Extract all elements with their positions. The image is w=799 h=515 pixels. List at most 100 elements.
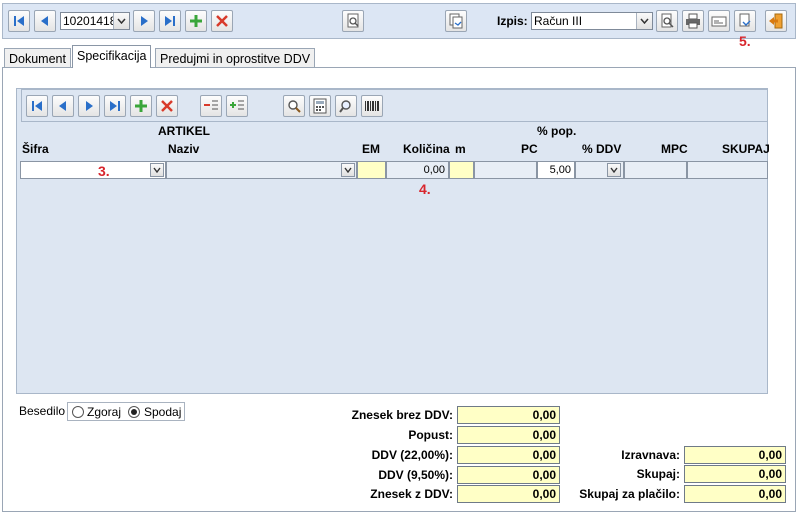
insert-row-button[interactable] xyxy=(226,95,248,117)
radio-zgoraj[interactable] xyxy=(72,406,84,418)
previous-icon xyxy=(59,101,66,111)
header-skupaj: SKUPAJ xyxy=(722,142,770,156)
grid-first-button[interactable] xyxy=(26,95,48,117)
plus-icon xyxy=(135,100,147,112)
next-icon xyxy=(141,16,148,26)
items-grid[interactable] xyxy=(16,88,768,394)
last-icon xyxy=(110,101,120,111)
previous-record-button[interactable] xyxy=(34,10,56,32)
skupaj-value: 0,00 xyxy=(684,465,786,483)
first-icon xyxy=(32,101,42,111)
calculator-icon xyxy=(313,98,327,114)
first-icon xyxy=(14,16,24,26)
insert-row-icon xyxy=(230,100,244,110)
kolicina-value: 0,00 xyxy=(423,164,445,176)
header-ddv: % DDV xyxy=(582,142,622,156)
m-field[interactable] xyxy=(449,161,474,179)
copy-document-button[interactable] xyxy=(445,10,467,32)
grid-delete-button[interactable] xyxy=(156,95,178,117)
top-toolbar: 10201418 Izpis: Račun III xyxy=(2,3,796,39)
delete-button[interactable] xyxy=(211,10,233,32)
grid-previous-button[interactable] xyxy=(52,95,74,117)
kolicina-field[interactable]: 0,00 xyxy=(386,161,449,179)
remove-row-button[interactable] xyxy=(200,95,222,117)
izravnava-label: Izravnava: xyxy=(621,448,680,462)
ddv95-label: DDV (9,50%): xyxy=(378,468,453,482)
grid-last-button[interactable] xyxy=(104,95,126,117)
print-template-value: Račun III xyxy=(534,14,583,28)
close-icon xyxy=(161,100,173,112)
znesek-brez-ddv-value: 0,00 xyxy=(457,406,560,424)
search-article-button[interactable] xyxy=(283,95,305,117)
close-icon xyxy=(216,15,228,27)
header-kolicina: Količina xyxy=(403,142,450,156)
chevron-down-icon[interactable] xyxy=(607,163,621,177)
last-record-button[interactable] xyxy=(159,10,181,32)
send-document-button[interactable] xyxy=(734,10,756,32)
annotation-5: 5. xyxy=(739,33,751,49)
annotation-3: 3. xyxy=(98,163,110,179)
find-button[interactable] xyxy=(335,95,357,117)
ddv95-value: 0,00 xyxy=(457,466,560,484)
print-template-select[interactable]: Račun III xyxy=(531,12,653,30)
radio-spodaj[interactable] xyxy=(128,406,140,418)
znesek-z-ddv-value: 0,00 xyxy=(457,485,560,503)
grid-add-button[interactable] xyxy=(130,95,152,117)
radio-spodaj-label: Spodaj xyxy=(144,405,182,419)
plus-icon xyxy=(190,15,202,27)
mpc-field[interactable] xyxy=(624,161,687,179)
chevron-down-icon[interactable] xyxy=(341,163,355,177)
ddv-select[interactable] xyxy=(575,161,624,179)
copy-document-icon xyxy=(449,13,463,29)
previous-icon xyxy=(41,16,48,26)
print-preview-icon xyxy=(661,13,674,28)
printer-icon xyxy=(686,13,700,29)
next-icon xyxy=(86,101,93,111)
tab-dokument[interactable]: Dokument xyxy=(4,48,71,68)
skupaj-label: Skupaj: xyxy=(636,467,680,481)
add-button[interactable] xyxy=(185,10,207,32)
chevron-down-icon[interactable] xyxy=(636,13,652,29)
exit-icon xyxy=(769,13,783,29)
chevron-down-icon[interactable] xyxy=(150,163,164,177)
pop-field[interactable]: 5,00 xyxy=(537,161,575,179)
naziv-select[interactable] xyxy=(166,161,357,179)
barcode-icon xyxy=(365,101,379,111)
tab-predujmi[interactable]: Predujmi in oprostitve DDV xyxy=(155,48,316,68)
print-preview-button[interactable] xyxy=(656,10,678,32)
popust-value: 0,00 xyxy=(457,426,560,444)
besedilo-radio-group: Zgoraj Spodaj xyxy=(67,402,185,421)
skupaj-placilo-value: 0,00 xyxy=(684,485,786,503)
first-record-button[interactable] xyxy=(8,10,30,32)
skupaj-field[interactable] xyxy=(687,161,768,179)
print-button[interactable] xyxy=(682,10,704,32)
document-number-select[interactable]: 10201418 xyxy=(60,12,130,30)
grid-next-button[interactable] xyxy=(78,95,100,117)
next-record-button[interactable] xyxy=(133,10,155,32)
export-button[interactable] xyxy=(708,10,730,32)
print-label: Izpis: xyxy=(497,14,528,28)
ddv22-value: 0,00 xyxy=(457,446,560,464)
document-arrow-icon xyxy=(739,13,751,27)
preview-document-button[interactable] xyxy=(342,10,364,32)
chevron-down-icon[interactable] xyxy=(113,13,129,29)
exit-button[interactable] xyxy=(765,10,787,32)
annotation-4: 4. xyxy=(419,181,431,197)
header-em: EM xyxy=(362,142,380,156)
grid-toolbar xyxy=(21,89,768,122)
ddv22-label: DDV (22,00%): xyxy=(371,448,453,462)
sifra-select[interactable] xyxy=(20,161,166,179)
magnifier-icon xyxy=(339,100,351,113)
document-search-icon xyxy=(347,13,359,28)
barcode-button[interactable] xyxy=(361,95,383,117)
tab-specifikacija[interactable]: Specifikacija xyxy=(72,45,152,68)
search-icon xyxy=(288,100,301,113)
em-field[interactable] xyxy=(357,161,386,179)
calculator-button[interactable] xyxy=(309,95,331,117)
header-pop: % pop. xyxy=(537,124,577,138)
document-number-value: 10201418 xyxy=(63,14,113,28)
izravnava-value: 0,00 xyxy=(684,446,786,464)
popust-label: Popust: xyxy=(408,428,453,442)
pc-field[interactable] xyxy=(474,161,537,179)
last-icon xyxy=(165,16,175,26)
